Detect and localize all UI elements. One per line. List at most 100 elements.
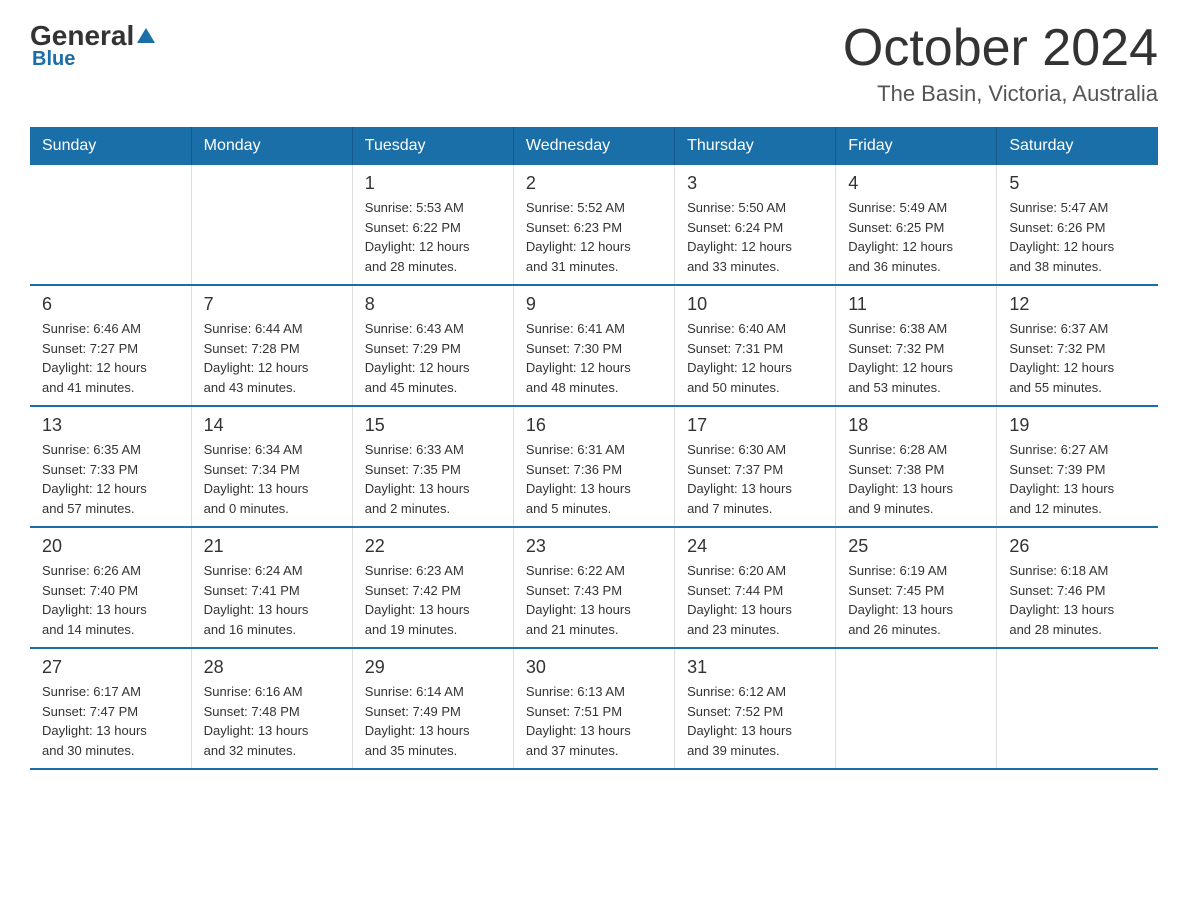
page-header: General Blue October 2024 The Basin, Vic… (30, 20, 1158, 107)
day-number: 16 (526, 415, 662, 436)
header-cell-friday: Friday (836, 127, 997, 165)
calendar-cell: 13Sunrise: 6:35 AMSunset: 7:33 PMDayligh… (30, 406, 191, 527)
day-number: 24 (687, 536, 823, 557)
calendar-cell (30, 165, 191, 285)
day-info: Sunrise: 6:17 AMSunset: 7:47 PMDaylight:… (42, 682, 179, 760)
day-info: Sunrise: 6:12 AMSunset: 7:52 PMDaylight:… (687, 682, 823, 760)
week-row-3: 13Sunrise: 6:35 AMSunset: 7:33 PMDayligh… (30, 406, 1158, 527)
header-cell-thursday: Thursday (675, 127, 836, 165)
day-number: 29 (365, 657, 501, 678)
day-info: Sunrise: 6:43 AMSunset: 7:29 PMDaylight:… (365, 319, 501, 397)
day-number: 26 (1009, 536, 1146, 557)
calendar-cell: 11Sunrise: 6:38 AMSunset: 7:32 PMDayligh… (836, 285, 997, 406)
day-info: Sunrise: 6:22 AMSunset: 7:43 PMDaylight:… (526, 561, 662, 639)
header-cell-sunday: Sunday (30, 127, 191, 165)
day-info: Sunrise: 6:16 AMSunset: 7:48 PMDaylight:… (204, 682, 340, 760)
calendar-cell (836, 648, 997, 769)
day-number: 30 (526, 657, 662, 678)
day-info: Sunrise: 6:30 AMSunset: 7:37 PMDaylight:… (687, 440, 823, 518)
calendar-cell: 20 Sunrise: 6:26 AMSunset: 7:40 PMDayligh… (30, 527, 191, 648)
header-cell-monday: Monday (191, 127, 352, 165)
calendar-cell: 10Sunrise: 6:40 AMSunset: 7:31 PMDayligh… (675, 285, 836, 406)
day-number: 28 (204, 657, 340, 678)
calendar-cell: 12 Sunrise: 6:37 AMSunset: 7:32 PMDayligh… (997, 285, 1158, 406)
day-number: 3 (687, 173, 823, 194)
day-number: 12 (1009, 294, 1146, 315)
day-number: 15 (365, 415, 501, 436)
day-number: 31 (687, 657, 823, 678)
calendar-table: SundayMondayTuesdayWednesdayThursdayFrid… (30, 127, 1158, 770)
week-row-4: 20 Sunrise: 6:26 AMSunset: 7:40 PMDayligh… (30, 527, 1158, 648)
day-info: Sunrise: 6:31 AMSunset: 7:36 PMDaylight:… (526, 440, 662, 518)
day-info: Sunrise: 6:26 AMSunset: 7:40 PMDaylight:… (42, 561, 179, 639)
day-number: 18 (848, 415, 984, 436)
calendar-cell: 23 Sunrise: 6:22 AMSunset: 7:43 PMDayligh… (513, 527, 674, 648)
day-number: 8 (365, 294, 501, 315)
calendar-cell (997, 648, 1158, 769)
day-number: 13 (42, 415, 179, 436)
calendar-cell: 1 Sunrise: 5:53 AMSunset: 6:22 PMDaylight… (352, 165, 513, 285)
calendar-cell: 5 Sunrise: 5:47 AMSunset: 6:26 PMDaylight… (997, 165, 1158, 285)
day-info: Sunrise: 6:46 AMSunset: 7:27 PMDaylight:… (42, 319, 179, 397)
day-info: Sunrise: 6:37 AMSunset: 7:32 PMDaylight:… (1009, 319, 1146, 397)
week-row-2: 6 Sunrise: 6:46 AMSunset: 7:27 PMDaylight… (30, 285, 1158, 406)
calendar-title: October 2024 (843, 20, 1158, 77)
day-info: Sunrise: 6:28 AMSunset: 7:38 PMDaylight:… (848, 440, 984, 518)
calendar-location: The Basin, Victoria, Australia (843, 81, 1158, 107)
day-number: 27 (42, 657, 179, 678)
calendar-cell: 3 Sunrise: 5:50 AMSunset: 6:24 PMDaylight… (675, 165, 836, 285)
day-number: 4 (848, 173, 984, 194)
header-cell-saturday: Saturday (997, 127, 1158, 165)
day-info: Sunrise: 6:41 AMSunset: 7:30 PMDaylight:… (526, 319, 662, 397)
day-info: Sunrise: 6:23 AMSunset: 7:42 PMDaylight:… (365, 561, 501, 639)
day-info: Sunrise: 6:14 AMSunset: 7:49 PMDaylight:… (365, 682, 501, 760)
day-number: 6 (42, 294, 179, 315)
week-row-1: 1 Sunrise: 5:53 AMSunset: 6:22 PMDaylight… (30, 165, 1158, 285)
calendar-cell: 21Sunrise: 6:24 AMSunset: 7:41 PMDayligh… (191, 527, 352, 648)
day-info: Sunrise: 5:47 AMSunset: 6:26 PMDaylight:… (1009, 198, 1146, 276)
day-info: Sunrise: 6:34 AMSunset: 7:34 PMDaylight:… (204, 440, 340, 518)
calendar-cell: 7 Sunrise: 6:44 AMSunset: 7:28 PMDaylight… (191, 285, 352, 406)
day-number: 7 (204, 294, 340, 315)
calendar-cell: 14 Sunrise: 6:34 AMSunset: 7:34 PMDayligh… (191, 406, 352, 527)
calendar-cell: 24 Sunrise: 6:20 AMSunset: 7:44 PMDayligh… (675, 527, 836, 648)
day-info: Sunrise: 6:24 AMSunset: 7:41 PMDaylight:… (204, 561, 340, 639)
logo: General Blue (30, 20, 158, 71)
day-number: 14 (204, 415, 340, 436)
calendar-cell: 18 Sunrise: 6:28 AMSunset: 7:38 PMDayligh… (836, 406, 997, 527)
calendar-cell: 28 Sunrise: 6:16 AMSunset: 7:48 PMDayligh… (191, 648, 352, 769)
day-number: 1 (365, 173, 501, 194)
title-section: October 2024 The Basin, Victoria, Austra… (843, 20, 1158, 107)
calendar-cell: 29 Sunrise: 6:14 AMSunset: 7:49 PMDayligh… (352, 648, 513, 769)
day-info: Sunrise: 6:18 AMSunset: 7:46 PMDaylight:… (1009, 561, 1146, 639)
day-info: Sunrise: 6:20 AMSunset: 7:44 PMDaylight:… (687, 561, 823, 639)
day-number: 5 (1009, 173, 1146, 194)
day-number: 25 (848, 536, 984, 557)
calendar-cell: 4Sunrise: 5:49 AMSunset: 6:25 PMDaylight… (836, 165, 997, 285)
calendar-cell: 6 Sunrise: 6:46 AMSunset: 7:27 PMDaylight… (30, 285, 191, 406)
day-number: 2 (526, 173, 662, 194)
day-info: Sunrise: 6:38 AMSunset: 7:32 PMDaylight:… (848, 319, 984, 397)
calendar-cell: 19Sunrise: 6:27 AMSunset: 7:39 PMDayligh… (997, 406, 1158, 527)
day-number: 23 (526, 536, 662, 557)
day-info: Sunrise: 6:13 AMSunset: 7:51 PMDaylight:… (526, 682, 662, 760)
day-number: 10 (687, 294, 823, 315)
calendar-cell: 2Sunrise: 5:52 AMSunset: 6:23 PMDaylight… (513, 165, 674, 285)
header-row: SundayMondayTuesdayWednesdayThursdayFrid… (30, 127, 1158, 165)
calendar-cell: 31 Sunrise: 6:12 AMSunset: 7:52 PMDayligh… (675, 648, 836, 769)
day-info: Sunrise: 6:27 AMSunset: 7:39 PMDaylight:… (1009, 440, 1146, 518)
calendar-cell: 30 Sunrise: 6:13 AMSunset: 7:51 PMDayligh… (513, 648, 674, 769)
calendar-cell: 25Sunrise: 6:19 AMSunset: 7:45 PMDayligh… (836, 527, 997, 648)
day-info: Sunrise: 5:50 AMSunset: 6:24 PMDaylight:… (687, 198, 823, 276)
day-number: 9 (526, 294, 662, 315)
header-cell-tuesday: Tuesday (352, 127, 513, 165)
day-info: Sunrise: 5:53 AMSunset: 6:22 PMDaylight:… (365, 198, 501, 276)
calendar-cell: 16 Sunrise: 6:31 AMSunset: 7:36 PMDayligh… (513, 406, 674, 527)
day-number: 20 (42, 536, 179, 557)
calendar-cell: 9 Sunrise: 6:41 AMSunset: 7:30 PMDaylight… (513, 285, 674, 406)
calendar-cell: 27 Sunrise: 6:17 AMSunset: 7:47 PMDayligh… (30, 648, 191, 769)
logo-blue-text: Blue (32, 48, 75, 71)
calendar-cell: 8 Sunrise: 6:43 AMSunset: 7:29 PMDaylight… (352, 285, 513, 406)
day-info: Sunrise: 6:33 AMSunset: 7:35 PMDaylight:… (365, 440, 501, 518)
day-info: Sunrise: 6:44 AMSunset: 7:28 PMDaylight:… (204, 319, 340, 397)
